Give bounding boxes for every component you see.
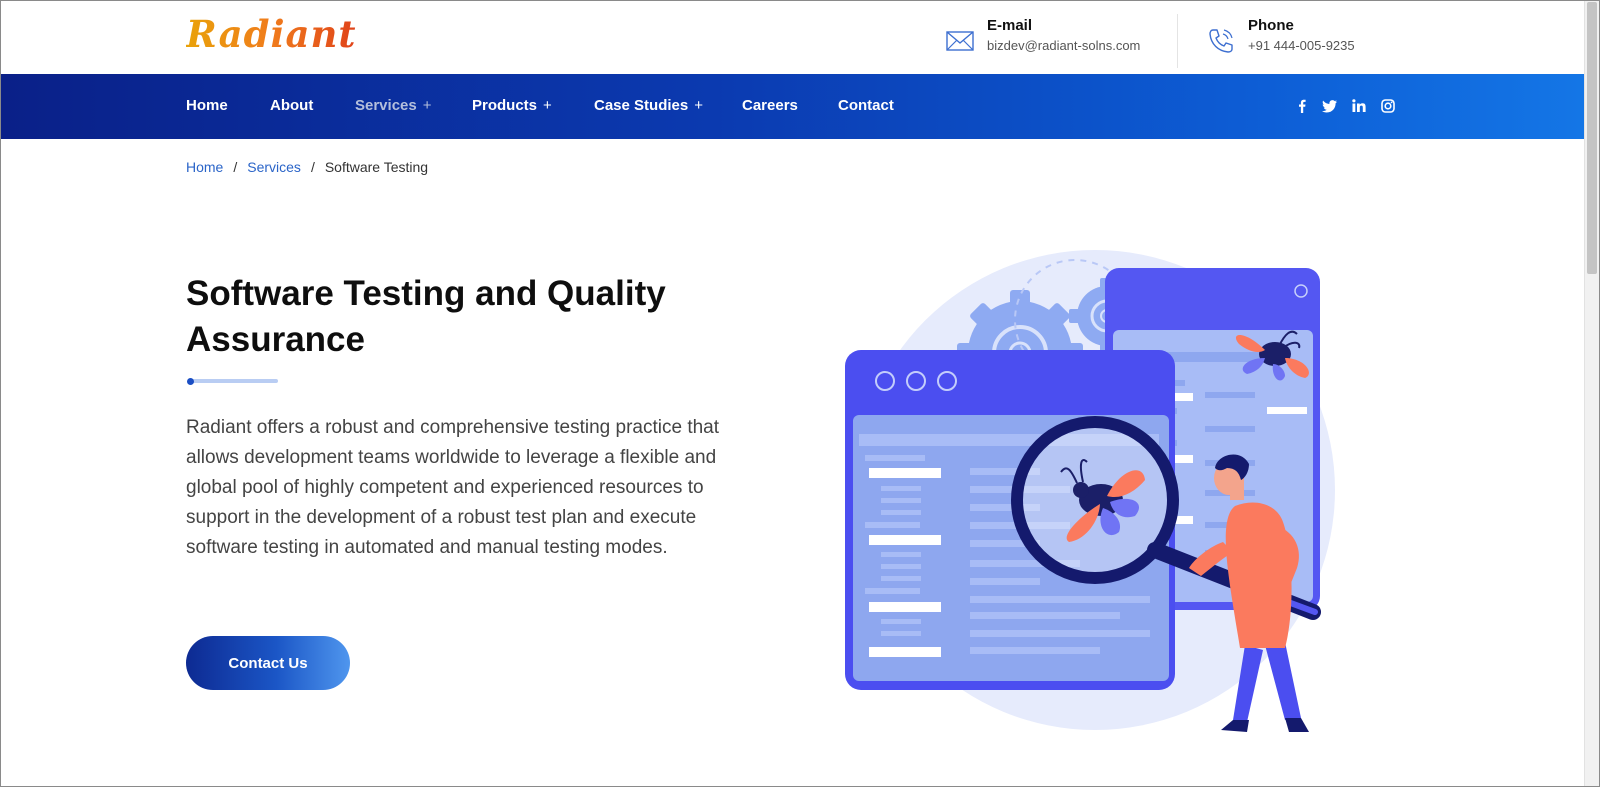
nav-item-home[interactable]: Home — [186, 97, 228, 114]
breadcrumb-home[interactable]: Home — [186, 159, 223, 175]
plus-icon: + — [422, 97, 432, 114]
nav-products-label: Products — [472, 97, 538, 114]
email-label: E-mail — [987, 17, 1033, 34]
title-accent-divider — [187, 378, 278, 385]
site-header: Radiant E-mail bizdev@radiant-solns.com … — [0, 0, 1584, 74]
phone-contact[interactable]: Phone +91 444-005-9235 — [1206, 16, 1355, 56]
envelope-icon — [946, 31, 974, 51]
facebook-icon[interactable] — [1294, 98, 1310, 114]
plus-icon: + — [694, 97, 703, 114]
nav-item-case-studies[interactable]: Case Studies + — [594, 97, 703, 114]
nav-case-studies-label: Case Studies — [594, 97, 689, 114]
nav-item-products[interactable]: Products + — [472, 97, 552, 114]
main-nav: Home About Services + Products + Case Stud… — [0, 74, 1584, 139]
breadcrumb-current: Software Testing — [324, 159, 429, 175]
phone-value[interactable]: +91 444-005-9235 — [1248, 35, 1355, 56]
instagram-icon[interactable] — [1380, 98, 1396, 114]
breadcrumb-separator: / — [233, 159, 238, 175]
twitter-icon[interactable] — [1322, 98, 1338, 114]
hero-description: Radiant offers a robust and comprehensiv… — [186, 417, 720, 558]
page-title: Software Testing and Quality Assurance — [186, 274, 666, 359]
software-testing-illustration — [845, 250, 1335, 732]
breadcrumb-separator: / — [310, 159, 315, 175]
scrollbar-thumb[interactable] — [1587, 2, 1597, 274]
email-value[interactable]: bizdev@radiant-solns.com — [987, 35, 1140, 56]
nav-contact-label: Contact — [838, 97, 894, 114]
phone-label: Phone — [1248, 17, 1294, 34]
contact-us-button[interactable]: Contact Us — [186, 636, 350, 690]
phone-icon — [1209, 29, 1233, 53]
nav-item-services[interactable]: Services + — [355, 97, 432, 114]
nav-item-contact[interactable]: Contact — [838, 97, 894, 114]
nav-about-label: About — [270, 97, 314, 114]
breadcrumb-services[interactable]: Services — [247, 159, 301, 175]
linkedin-icon[interactable] — [1351, 98, 1367, 114]
header-divider — [1177, 14, 1178, 68]
nav-services-label: Services — [355, 97, 417, 114]
email-contact[interactable]: E-mail bizdev@radiant-solns.com — [945, 16, 1140, 56]
nav-home-label: Home — [186, 97, 228, 114]
nav-careers-label: Careers — [742, 97, 798, 114]
radiant-logo[interactable]: Radiant — [186, 12, 356, 56]
nav-item-careers[interactable]: Careers — [742, 97, 798, 114]
plus-icon: + — [543, 97, 552, 114]
breadcrumb: Home / Services / Software Testing — [186, 159, 428, 175]
nav-item-about[interactable]: About — [270, 97, 313, 114]
